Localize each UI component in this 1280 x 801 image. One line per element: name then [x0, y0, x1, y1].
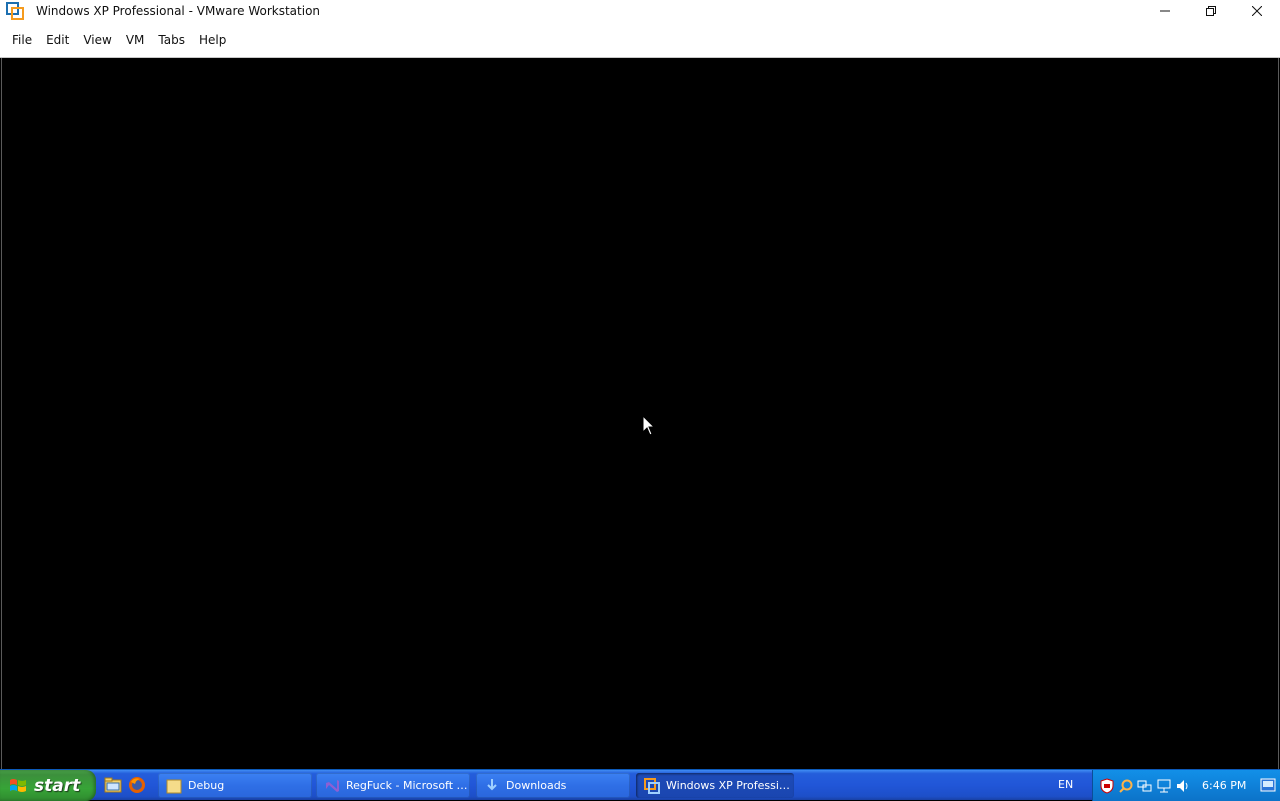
task-button-downloads[interactable]: Downloads	[476, 773, 630, 798]
firefox-icon[interactable]	[128, 776, 146, 794]
menu-help[interactable]: Help	[193, 29, 232, 51]
task-button-visual-studio[interactable]: RegFuck - Microsoft Vi...	[316, 773, 470, 798]
task-button-debug[interactable]: Debug	[158, 773, 312, 798]
clock[interactable]: 6:46 PM	[1202, 779, 1246, 792]
mouse-cursor-icon	[642, 415, 656, 436]
menu-view[interactable]: View	[77, 29, 117, 51]
task-label: Downloads	[506, 779, 567, 792]
taskbar: start Debug RegFuck - Microsoft Vi... Do…	[0, 769, 1280, 801]
menu-edit[interactable]: Edit	[40, 29, 75, 51]
search-icon[interactable]	[1118, 778, 1134, 794]
minimize-button[interactable]	[1142, 0, 1188, 22]
security-icon[interactable]	[1099, 777, 1115, 794]
visual-studio-icon	[326, 779, 339, 792]
menu-tabs[interactable]: Tabs	[152, 29, 191, 51]
explorer-icon[interactable]	[104, 776, 122, 794]
task-label: RegFuck - Microsoft Vi...	[346, 779, 470, 792]
close-button[interactable]	[1234, 0, 1280, 22]
task-button-vmware[interactable]: Windows XP Professio...	[636, 773, 794, 798]
start-button[interactable]: start	[0, 770, 96, 801]
vm-display[interactable]	[1, 58, 1279, 769]
vmware-icon	[644, 777, 660, 794]
quick-launch	[104, 776, 146, 794]
start-label: start	[34, 775, 81, 796]
menu-bar: File Edit View VM Tabs Help	[0, 22, 1280, 58]
vmware-icon	[6, 2, 24, 20]
title-bar: Windows XP Professional - VMware Worksta…	[0, 0, 1280, 22]
folder-icon	[166, 779, 182, 793]
show-desktop-icon[interactable]	[1260, 777, 1276, 793]
close-icon	[1252, 6, 1262, 16]
volume-icon[interactable]	[1175, 778, 1191, 794]
network-icon[interactable]	[1137, 778, 1153, 794]
restore-icon	[1206, 6, 1216, 16]
system-tray: 6:46 PM	[1092, 770, 1280, 801]
network-icon[interactable]	[1156, 778, 1172, 794]
task-label: Debug	[188, 779, 225, 792]
window-title: Windows XP Professional - VMware Worksta…	[36, 4, 321, 18]
downloads-icon	[487, 778, 497, 790]
menu-vm[interactable]: VM	[120, 29, 151, 51]
language-indicator[interactable]: EN	[1058, 778, 1073, 791]
restore-button[interactable]	[1188, 0, 1234, 22]
task-label: Windows XP Professio...	[666, 779, 794, 792]
minimize-icon	[1160, 10, 1170, 12]
menu-file[interactable]: File	[6, 29, 38, 51]
windows-logo-icon	[10, 778, 26, 792]
